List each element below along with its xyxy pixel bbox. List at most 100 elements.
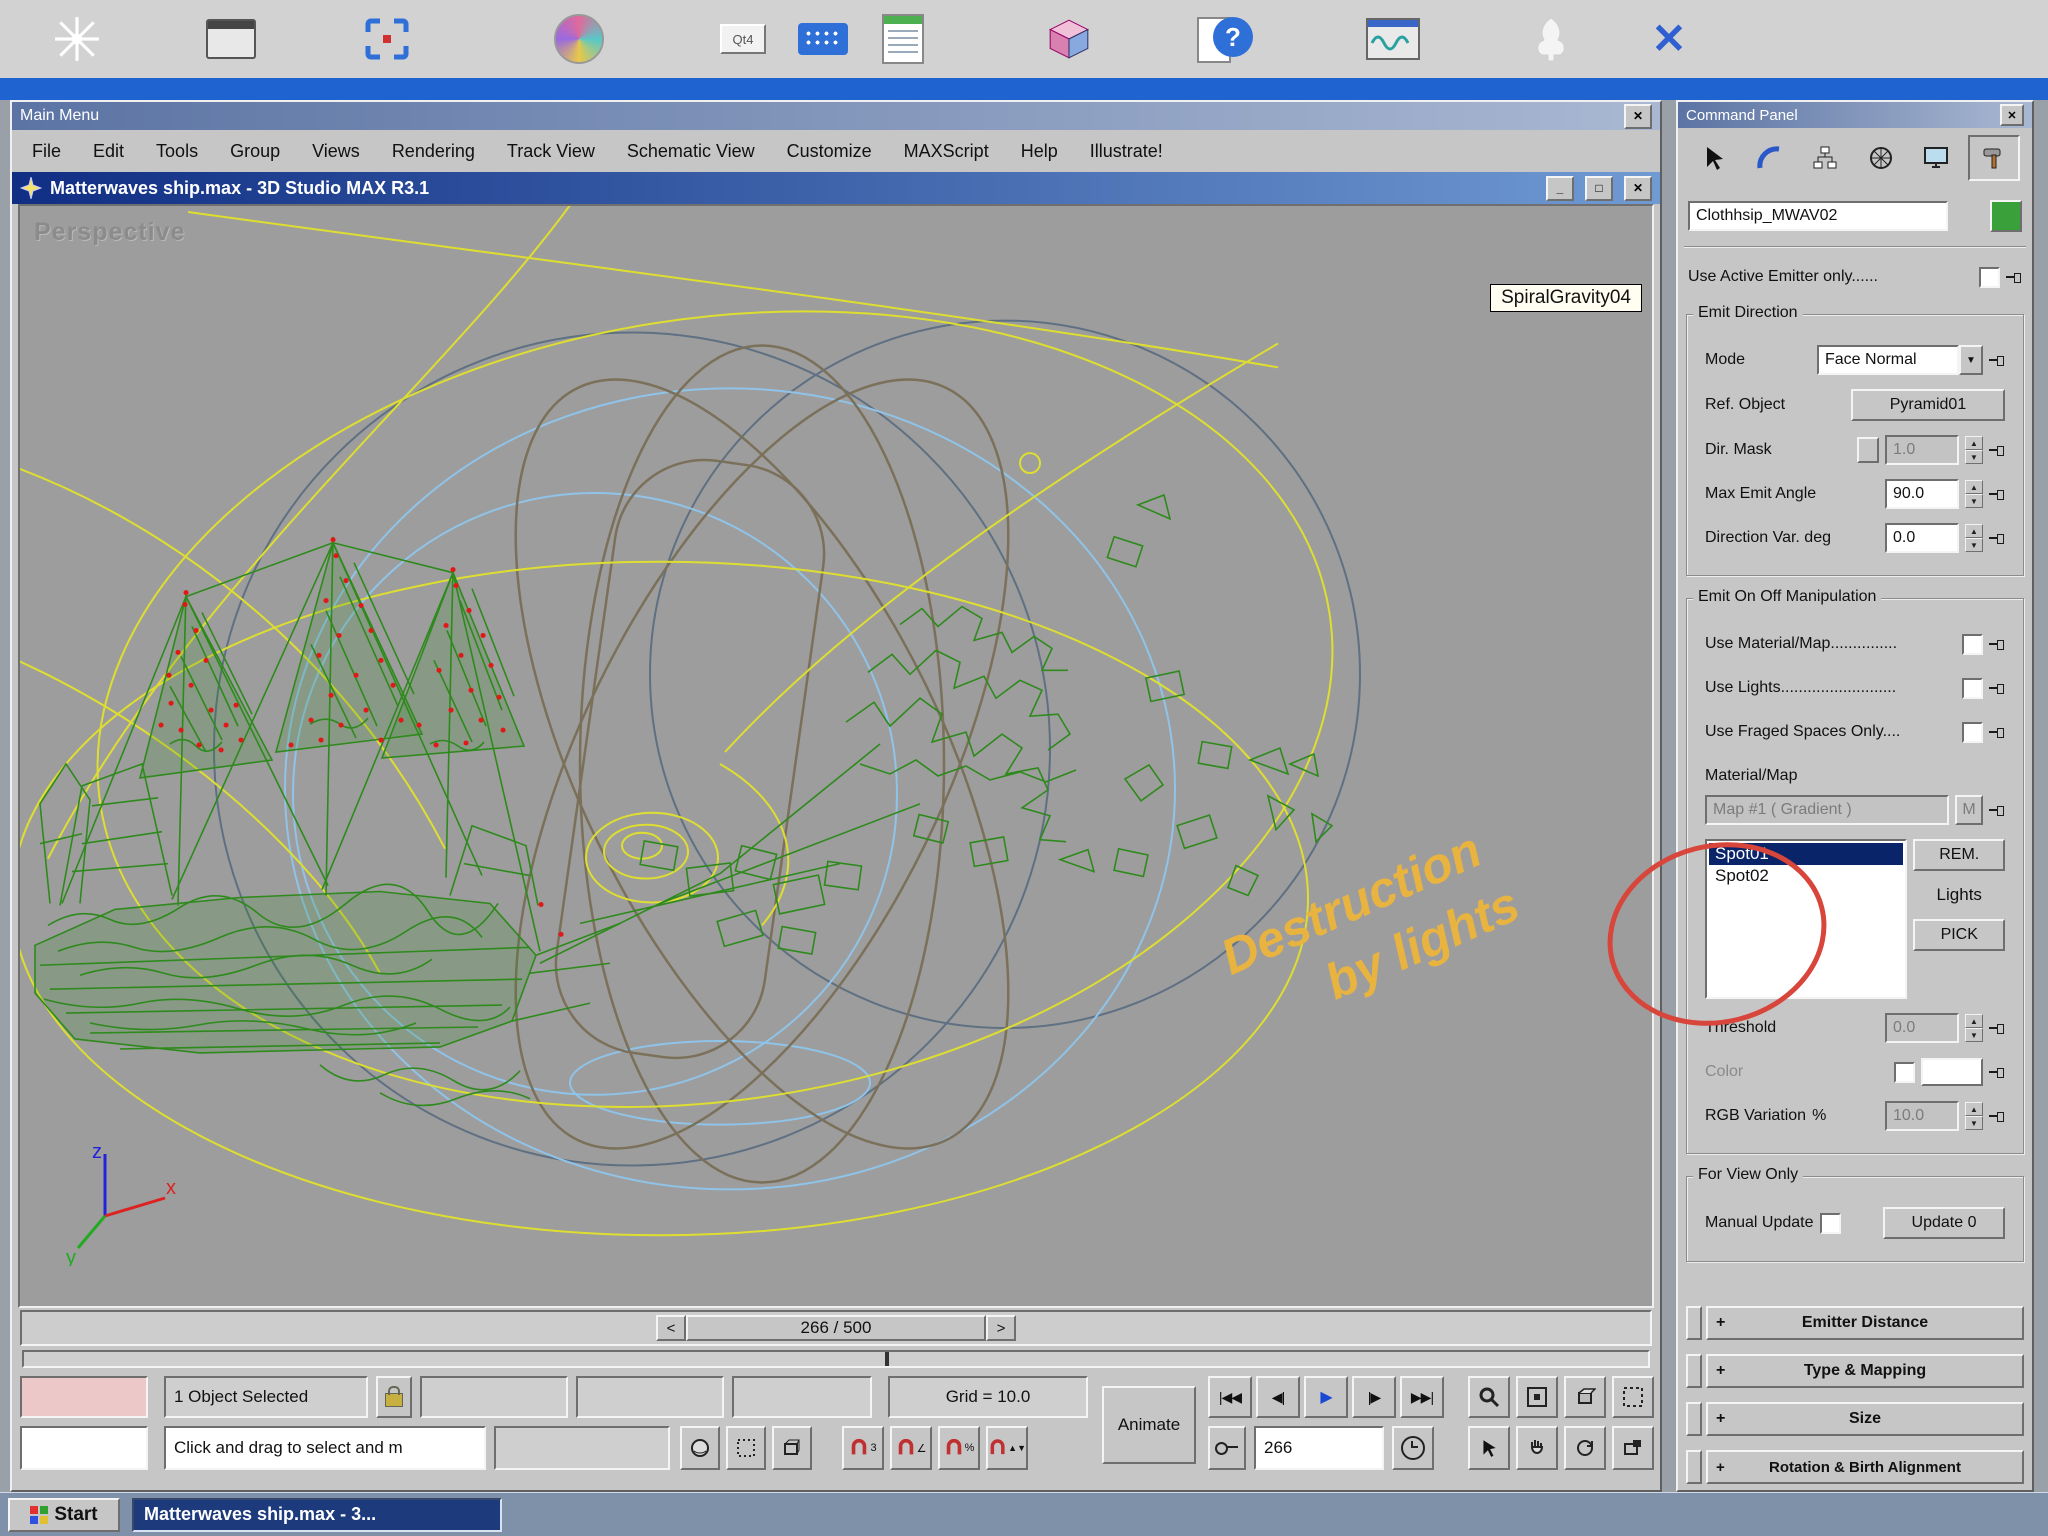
- dropdown-arrow-icon[interactable]: ▼: [1959, 345, 1983, 375]
- time-slider-handle[interactable]: 266 / 500: [686, 1315, 986, 1341]
- widget-button-icon[interactable]: Qt4: [712, 6, 774, 72]
- menu-track-view[interactable]: Track View: [507, 141, 595, 162]
- pan-button[interactable]: [1516, 1426, 1558, 1470]
- menu-help[interactable]: Help: [1021, 141, 1058, 162]
- crossing-mode-button[interactable]: [772, 1426, 812, 1470]
- menu-edit[interactable]: Edit: [93, 141, 124, 162]
- pin-icon[interactable]: [1989, 532, 2005, 544]
- manual-update-checkbox[interactable]: [1820, 1213, 1841, 1234]
- pin-icon[interactable]: [1989, 726, 2005, 738]
- menu-maxscript[interactable]: MAXScript: [904, 141, 989, 162]
- dotted-select-button[interactable]: [726, 1426, 766, 1470]
- percent-snap-button[interactable]: %: [938, 1426, 980, 1470]
- pin-icon[interactable]: [1989, 638, 2005, 650]
- map-m-button[interactable]: M: [1955, 795, 1983, 825]
- object-color-swatch[interactable]: [1990, 200, 2022, 232]
- track-bar[interactable]: [22, 1350, 1650, 1368]
- maxscript-listener-white[interactable]: [20, 1426, 148, 1470]
- select-viewport-button[interactable]: [1468, 1426, 1510, 1470]
- rgb-variation-spinner[interactable]: ▲▼: [1965, 1102, 1983, 1130]
- keyboard-icon[interactable]: [792, 6, 854, 72]
- previous-frame-button[interactable]: ◀|: [1256, 1376, 1300, 1418]
- tab-display[interactable]: [1912, 137, 1960, 179]
- angle-snap-button[interactable]: ∠: [890, 1426, 932, 1470]
- threshold-spinner[interactable]: ▲▼: [1965, 1014, 1983, 1042]
- menu-file[interactable]: File: [32, 141, 61, 162]
- min-max-toggle-button[interactable]: [1612, 1426, 1654, 1470]
- current-frame-field[interactable]: 266: [1254, 1426, 1384, 1470]
- dir-mask-spinner[interactable]: ▲▼: [1965, 436, 1983, 464]
- command-panel-titlebar[interactable]: Command Panel ✕: [1678, 102, 2032, 128]
- time-slider-next-button[interactable]: >: [986, 1315, 1016, 1341]
- main-menu-titlebar[interactable]: Main Menu ✕: [12, 102, 1660, 130]
- pin-icon[interactable]: [1989, 1022, 2005, 1034]
- rollout-grip[interactable]: [1686, 1306, 1702, 1340]
- rollout-grip[interactable]: [1686, 1354, 1702, 1388]
- menu-views[interactable]: Views: [312, 141, 360, 162]
- rollout-bar-rotation-birth[interactable]: + Rotation & Birth Alignment: [1706, 1450, 2024, 1484]
- pin-icon[interactable]: [1989, 804, 2005, 816]
- time-slider-track[interactable]: < 266 / 500 >: [20, 1310, 1652, 1346]
- use-lights-checkbox[interactable]: [1962, 678, 1983, 699]
- zoom-button[interactable]: [1468, 1376, 1510, 1418]
- menu-rendering[interactable]: Rendering: [392, 141, 475, 162]
- media-app-icon[interactable]: [1362, 6, 1424, 72]
- play-button[interactable]: ▶: [1304, 1376, 1348, 1418]
- zoom-extents-button[interactable]: [1564, 1376, 1606, 1418]
- command-panel-close-button[interactable]: ✕: [2000, 104, 2024, 126]
- color-swatch[interactable]: [1921, 1058, 1983, 1086]
- paint-swirl-icon[interactable]: [548, 6, 610, 72]
- pin-icon[interactable]: [1989, 682, 2005, 694]
- mode-dropdown[interactable]: Face Normal ▼: [1817, 345, 1983, 375]
- rollout-grip[interactable]: [1686, 1450, 1702, 1484]
- map-field[interactable]: Map #1 ( Gradient ): [1705, 795, 1949, 825]
- start-button[interactable]: Start: [8, 1498, 120, 1532]
- direction-var-field[interactable]: 0.0: [1885, 523, 1959, 553]
- next-frame-button[interactable]: |▶: [1352, 1376, 1396, 1418]
- menu-group[interactable]: Group: [230, 141, 280, 162]
- pin-icon[interactable]: [1989, 1110, 2005, 1122]
- ref-object-button[interactable]: Pyramid01: [1851, 389, 2005, 421]
- taskbar-task-button[interactable]: Matterwaves ship.max - 3...: [132, 1498, 502, 1532]
- update-button[interactable]: Update 0: [1883, 1207, 2005, 1239]
- app-titlebar[interactable]: Matterwaves ship.max - 3D Studio MAX R3.…: [12, 172, 1660, 204]
- go-to-start-button[interactable]: |◀◀: [1208, 1376, 1252, 1418]
- use-fraged-checkbox[interactable]: [1962, 722, 1983, 743]
- max-emit-angle-field[interactable]: 90.0: [1885, 479, 1959, 509]
- rollout-bar-size[interactable]: + Size: [1706, 1402, 2024, 1436]
- dir-mask-button[interactable]: [1857, 437, 1879, 463]
- lights-listbox[interactable]: Spot01 Spot02: [1705, 839, 1907, 999]
- pin-icon[interactable]: [1989, 354, 2005, 366]
- tab-create[interactable]: [1690, 137, 1738, 179]
- zoom-all-button[interactable]: [1516, 1376, 1558, 1418]
- menu-tools[interactable]: Tools: [156, 141, 198, 162]
- tree-image-icon[interactable]: [1520, 6, 1582, 72]
- terminal-icon[interactable]: [200, 6, 262, 72]
- list-item-spot02[interactable]: Spot02: [1709, 865, 1903, 887]
- max-emit-angle-spinner[interactable]: ▲▼: [1965, 480, 1983, 508]
- menu-customize[interactable]: Customize: [787, 141, 872, 162]
- main-menu-close-button[interactable]: ✕: [1624, 104, 1652, 129]
- screen-capture-icon[interactable]: [356, 6, 418, 72]
- close-x-icon[interactable]: ✕: [1638, 6, 1700, 72]
- maximize-button[interactable]: □: [1585, 176, 1613, 201]
- perspective-viewport[interactable]: Perspective SpiralGravity04 Destruction …: [18, 204, 1654, 1308]
- lens-flare-icon[interactable]: [46, 6, 108, 72]
- notepad-icon[interactable]: [872, 6, 934, 72]
- rem-button[interactable]: REM.: [1913, 839, 2005, 871]
- go-to-end-button[interactable]: ▶▶|: [1400, 1376, 1444, 1418]
- object-name-field[interactable]: Clothhsip_MWAV02: [1688, 201, 1948, 231]
- menu-schematic-view[interactable]: Schematic View: [627, 141, 755, 162]
- rollout-bar-type-mapping[interactable]: + Type & Mapping: [1706, 1354, 2024, 1388]
- animate-button[interactable]: Animate: [1102, 1386, 1196, 1464]
- tab-modify[interactable]: [1745, 137, 1793, 179]
- minimize-button[interactable]: _: [1546, 176, 1574, 201]
- maxscript-listener-pink[interactable]: [20, 1376, 148, 1418]
- list-item-spot01[interactable]: Spot01: [1709, 843, 1903, 865]
- snap-3d-button[interactable]: 3: [842, 1426, 884, 1470]
- color-checkbox[interactable]: [1894, 1062, 1915, 1083]
- tab-utilities[interactable]: [1968, 135, 2020, 181]
- close-button[interactable]: ✕: [1624, 176, 1652, 201]
- selection-lock-button[interactable]: [376, 1376, 412, 1418]
- tab-motion[interactable]: [1857, 137, 1905, 179]
